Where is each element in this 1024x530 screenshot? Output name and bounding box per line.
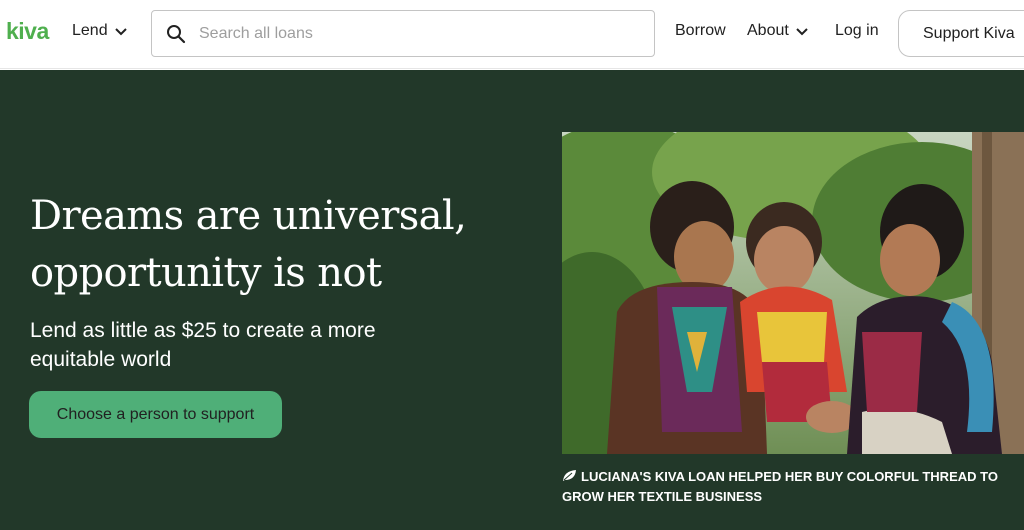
choose-person-button[interactable]: Choose a person to support xyxy=(29,391,282,438)
about-label: About xyxy=(747,22,789,39)
hero-subline: Lend as little as $25 to create a more e… xyxy=(30,319,376,371)
search-bar[interactable] xyxy=(151,10,655,57)
hero-photo xyxy=(562,132,1024,454)
login-label: Log in xyxy=(835,22,879,39)
search-input[interactable] xyxy=(199,24,619,43)
caption-text: Luciana's Kiva loan helped her buy color… xyxy=(562,469,998,504)
chevron-down-icon xyxy=(114,28,127,36)
borrow-link[interactable]: Borrow xyxy=(675,22,726,40)
hero-section: Dreams are universal, opportunity is not… xyxy=(0,70,1024,530)
login-link[interactable]: Log in xyxy=(835,22,879,40)
site-header: kiva Lend Borrow About Log in Support Ki… xyxy=(0,0,1024,69)
photo-caption: Luciana's Kiva loan helped her buy color… xyxy=(562,467,1002,507)
kiva-logo[interactable]: kiva xyxy=(6,18,49,45)
support-kiva-button[interactable]: Support Kiva xyxy=(898,10,1024,57)
hero-headline: Dreams are universal, opportunity is not xyxy=(30,193,467,296)
borrow-label: Borrow xyxy=(675,22,726,39)
leaf-icon xyxy=(563,470,576,481)
lend-menu[interactable]: Lend xyxy=(72,22,128,40)
search-icon xyxy=(167,24,186,43)
about-menu[interactable]: About xyxy=(747,22,809,40)
lend-label: Lend xyxy=(72,22,108,39)
chevron-down-icon xyxy=(796,28,808,36)
